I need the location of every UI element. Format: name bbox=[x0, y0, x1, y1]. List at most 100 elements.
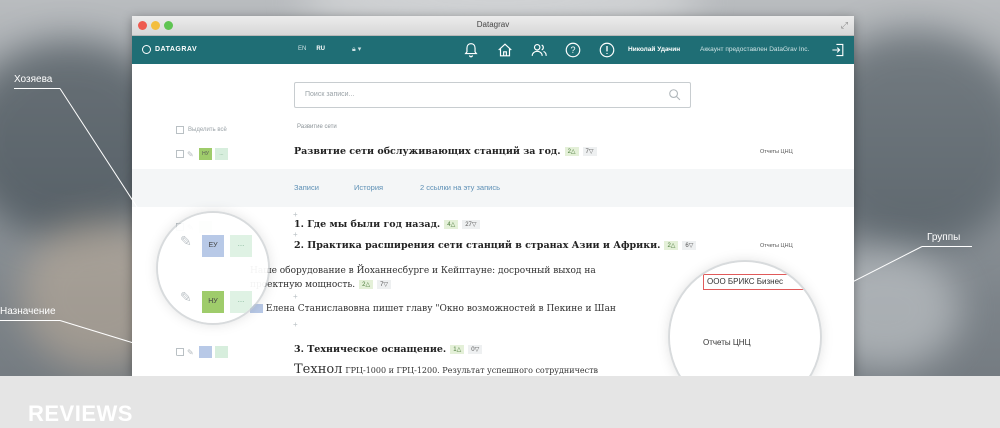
tab-records[interactable]: Записи bbox=[294, 183, 319, 192]
account-info: Аккаунт предоставлен DataGrav Inc. bbox=[700, 46, 810, 53]
chevron-down-icon: ▾ bbox=[357, 46, 362, 53]
upvote-count: 2 bbox=[362, 282, 366, 288]
upvote-badge[interactable]: 2△ bbox=[564, 147, 579, 156]
row-title[interactable]: Елена Станиславовна пишет главу "Окно во… bbox=[250, 304, 616, 314]
upvote-badge[interactable]: 2△ bbox=[664, 241, 679, 250]
row-title-text: 3. Техническое оснащение. bbox=[294, 344, 447, 355]
upvote-count: 4 bbox=[447, 222, 451, 228]
pencil-icon: ✎ bbox=[180, 289, 192, 305]
downvote-badge[interactable]: 7▽ bbox=[582, 147, 597, 156]
callout-assignment-underline bbox=[0, 320, 60, 321]
search-icon[interactable] bbox=[668, 88, 682, 107]
search-placeholder: Поиск записи... bbox=[305, 91, 355, 98]
callout-groups: Группы bbox=[927, 232, 961, 243]
svg-text:?: ? bbox=[570, 45, 575, 55]
row-title-text: 1. Где мы были год назад. bbox=[294, 219, 441, 230]
more-tag: ... bbox=[230, 235, 252, 257]
row-title-text: Технол bbox=[294, 362, 343, 376]
row-title-text: Развитие сети обслуживающих станций за г… bbox=[294, 146, 561, 157]
select-all[interactable]: Выделить всё bbox=[176, 126, 227, 134]
tab-history[interactable]: История bbox=[354, 183, 383, 192]
owner-tag: НУ bbox=[202, 291, 224, 313]
lock-menu[interactable]: 🔒︎ ▾ bbox=[352, 45, 361, 54]
upvote-count: 2 bbox=[567, 149, 571, 155]
row-title-text-continued: ГРЦ-1000 и ГРЦ-1200. Результат успешного… bbox=[345, 366, 599, 375]
row-title[interactable]: Технол ГРЦ-1000 и ГРЦ-1200. Результат ус… bbox=[294, 362, 598, 376]
row-title-text: Наше оборудование в Йоханнесбурге и Кейп… bbox=[250, 266, 596, 276]
list-item[interactable]: ✎ 1. Где мы были год назад.4△27▽ bbox=[176, 219, 854, 235]
list-item[interactable]: 2. Практика расширения сети станций в ст… bbox=[176, 240, 854, 256]
window-titlebar: Datagrav ⤢ bbox=[132, 16, 854, 36]
owner-tag[interactable] bbox=[199, 346, 212, 358]
fullscreen-icon[interactable]: ⤢ bbox=[841, 20, 848, 31]
header-nav-icons: ? bbox=[462, 41, 616, 59]
row-checkbox[interactable] bbox=[176, 150, 184, 158]
row-title-text: 2. Практика расширения сети станций в ст… bbox=[294, 240, 661, 251]
search-input[interactable]: Поиск записи... bbox=[294, 82, 691, 108]
owner-tag[interactable]: НУ bbox=[199, 148, 212, 160]
help-icon[interactable]: ? bbox=[564, 41, 582, 59]
home-icon[interactable] bbox=[496, 41, 514, 59]
list-item[interactable]: ✎ НУ ... Развитие сети обслуживающих ста… bbox=[176, 146, 854, 162]
row-title-continued[interactable]: проектную мощность. 2△ 7▽ bbox=[250, 280, 392, 290]
downvote-count: 0 bbox=[471, 347, 475, 353]
callout-owners-underline bbox=[14, 88, 60, 89]
callout-groups-underline bbox=[922, 246, 972, 247]
upvote-badge[interactable]: 2△ bbox=[359, 280, 374, 289]
add-row-icon[interactable]: + bbox=[293, 292, 298, 301]
info-icon[interactable] bbox=[598, 41, 616, 59]
pencil-icon: ✎ bbox=[180, 233, 192, 249]
select-all-label: Выделить всё bbox=[188, 127, 227, 133]
row-group[interactable]: Отчеты ЦНЦ bbox=[760, 149, 793, 155]
downvote-badge[interactable]: 7▽ bbox=[377, 280, 392, 289]
downvote-badge[interactable]: 0▽ bbox=[468, 345, 483, 354]
add-row-icon[interactable]: + bbox=[293, 210, 298, 219]
more-tag[interactable]: ... bbox=[215, 148, 228, 160]
logo-icon bbox=[142, 45, 151, 54]
group-label: Отчеты ЦНЦ bbox=[703, 338, 751, 347]
section-heading: REVIEWS bbox=[28, 401, 133, 426]
magnifier-owners: ✎ ЕУ ... ✎ НУ ... bbox=[158, 213, 268, 323]
more-tag[interactable] bbox=[215, 346, 228, 358]
section-label: Развитие сети bbox=[297, 124, 337, 130]
bell-icon[interactable] bbox=[462, 41, 480, 59]
lang-ru[interactable]: RU bbox=[316, 46, 325, 52]
row-subtabs: Записи История 2 ссылки на эту запись bbox=[132, 169, 854, 207]
row-group[interactable]: Отчеты ЦНЦ bbox=[760, 243, 793, 249]
row-checkbox[interactable] bbox=[176, 348, 184, 356]
more-tag: ... bbox=[230, 291, 252, 313]
downvote-count: 6 bbox=[685, 243, 689, 249]
row-title[interactable]: 2. Практика расширения сети станций в ст… bbox=[294, 240, 697, 251]
lang-en[interactable]: EN bbox=[298, 46, 306, 52]
row-title[interactable]: Развитие сети обслуживающих станций за г… bbox=[294, 146, 597, 157]
downvote-count: 7 bbox=[585, 149, 589, 155]
app-header: DATAGRAV EN RU 🔒︎ ▾ ? Николай Удачин Акк… bbox=[132, 36, 854, 64]
downvote-badge[interactable]: 6▽ bbox=[682, 241, 697, 250]
lock-icon: 🔒︎ bbox=[352, 46, 356, 53]
users-icon[interactable] bbox=[530, 41, 548, 59]
row-title[interactable]: 3. Техническое оснащение. 1△ 0▽ bbox=[294, 344, 483, 355]
tab-links[interactable]: 2 ссылки на эту запись bbox=[420, 183, 500, 192]
upvote-badge[interactable]: 4△ bbox=[444, 220, 459, 229]
upvote-count: 1 bbox=[453, 347, 457, 353]
callout-owners: Хозяева bbox=[14, 74, 53, 85]
upvote-count: 2 bbox=[667, 243, 671, 249]
downvote-count: 27 bbox=[465, 222, 472, 228]
pencil-icon[interactable]: ✎ bbox=[187, 348, 196, 357]
row-title[interactable]: 1. Где мы были год назад. 4△ 27▽ bbox=[294, 219, 480, 230]
add-row-icon[interactable]: + bbox=[293, 320, 298, 329]
downvote-badge[interactable]: 27▽ bbox=[462, 220, 480, 229]
logo-text: DATAGRAV bbox=[155, 46, 198, 53]
window-title: Datagrav bbox=[476, 20, 510, 29]
language-switcher: EN RU bbox=[298, 46, 325, 52]
row-title[interactable]: Наше оборудование в Йоханнесбурге и Кейп… bbox=[250, 266, 596, 276]
owner-tag: ЕУ bbox=[202, 235, 224, 257]
downvote-count: 7 bbox=[380, 282, 384, 288]
logo[interactable]: DATAGRAV bbox=[142, 45, 197, 54]
logout-icon[interactable] bbox=[830, 42, 846, 63]
pencil-icon[interactable]: ✎ bbox=[187, 150, 196, 159]
user-name[interactable]: Николай Удачин bbox=[628, 46, 680, 53]
select-all-checkbox[interactable] bbox=[176, 126, 184, 134]
add-row-icon[interactable]: + bbox=[293, 230, 298, 239]
upvote-badge[interactable]: 1△ bbox=[450, 345, 465, 354]
